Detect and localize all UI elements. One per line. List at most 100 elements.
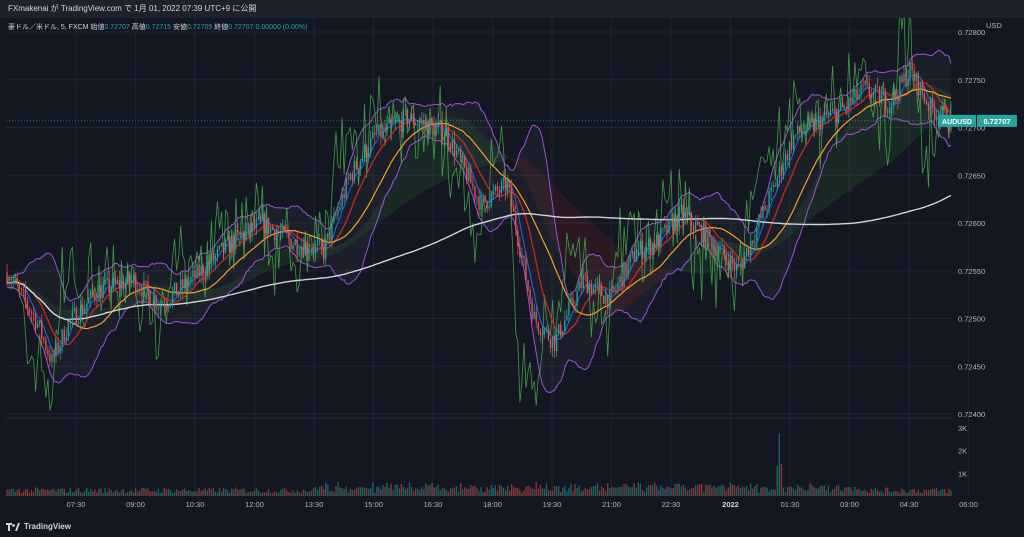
volume-bar: [480, 487, 482, 496]
volume-bar: [22, 491, 25, 496]
candle-body: [833, 108, 836, 110]
volume-bar: [67, 492, 69, 496]
candle-body: [161, 304, 163, 306]
volume-bar: [384, 486, 386, 496]
volume-bar: [43, 488, 45, 496]
time-tick-label: 22:30: [662, 500, 681, 509]
price-tick-label: 0.72650: [958, 171, 985, 180]
volume-bar: [872, 489, 875, 496]
candle-body: [464, 155, 466, 167]
volume-bar: [705, 484, 707, 496]
candle-body: [461, 155, 464, 158]
volume-bar: [770, 489, 772, 496]
volume-bar: [318, 486, 321, 496]
volume-bar: [933, 488, 936, 496]
candle-body: [576, 290, 578, 306]
cloud-segment: [264, 255, 269, 273]
volume-bar: [617, 487, 619, 496]
cloud-segment: [836, 134, 841, 200]
candle-body: [719, 246, 721, 252]
candle-body: [611, 286, 613, 290]
volume-bar: [402, 486, 405, 496]
time-tick-label: 16:30: [424, 500, 443, 509]
candle-body: [302, 246, 304, 256]
candle-body: [453, 139, 456, 157]
volume-bar: [543, 488, 546, 496]
volume-bar: [511, 484, 513, 496]
volume-bar: [498, 484, 501, 496]
tradingview-logo[interactable]: TradingView: [6, 522, 71, 531]
candle-body: [169, 303, 172, 306]
candle-body: [306, 242, 309, 254]
close-value: 0.72707: [228, 24, 254, 31]
volume-bar: [414, 488, 417, 496]
volume-bar: [339, 487, 341, 496]
candle-body: [874, 85, 877, 93]
volume-bar: [286, 490, 288, 496]
volume-bar: [171, 492, 174, 496]
candle-body: [805, 130, 807, 134]
volume-bar: [206, 490, 208, 496]
volume-bar: [688, 489, 691, 496]
candle-body: [433, 123, 435, 136]
volume-bar: [531, 488, 533, 496]
volume-bar: [506, 485, 509, 496]
candle-body: [623, 263, 625, 288]
candle-body: [392, 122, 394, 124]
price-tick-label: 0.72750: [958, 76, 985, 85]
candle-body: [919, 82, 921, 96]
volume-bar: [253, 490, 255, 496]
candle-body: [361, 158, 364, 162]
candle-body: [799, 125, 801, 134]
candle-body: [566, 315, 568, 320]
candle-body: [788, 141, 791, 161]
volume-bar: [490, 484, 492, 496]
volume-bar: [423, 489, 425, 496]
candle-body: [905, 73, 907, 87]
candle-body: [459, 149, 462, 158]
candle-body: [752, 240, 754, 244]
volume-bar: [108, 488, 110, 496]
volume-bar: [292, 490, 294, 496]
candle-body: [335, 214, 337, 216]
volume-bar: [294, 492, 296, 496]
candle-body: [792, 135, 795, 150]
time-axis[interactable]: 07:30 09:00 10:30 12:00 13:30 15:00 16:30 18:00…: [67, 500, 978, 509]
candle-body: [331, 221, 333, 241]
volume-bar: [878, 491, 881, 496]
symbol-label[interactable]: 豪ドル／米ドル, 5, FXCM: [8, 24, 89, 31]
candle-body: [278, 232, 280, 234]
candle-body: [79, 304, 82, 323]
candle-body: [449, 144, 452, 150]
candle-body: [86, 303, 88, 309]
candle-body: [886, 110, 889, 113]
volume-bar: [243, 488, 245, 496]
volume-bar: [527, 485, 529, 496]
candle-body: [529, 289, 531, 301]
price-chart[interactable]: USD0.728000.727500.727000.726500.726000.…: [0, 18, 1024, 517]
candle-body: [884, 92, 887, 111]
volume-bar: [77, 487, 80, 496]
volume-bar: [41, 488, 43, 496]
cloud-segment: [570, 202, 576, 278]
volume-bar: [449, 488, 452, 496]
volume-bar: [784, 492, 787, 496]
volume-bar: [891, 492, 893, 496]
volume-bar: [39, 490, 41, 496]
candle-body: [316, 243, 319, 246]
volume-bar: [333, 492, 335, 496]
candle-body: [598, 283, 601, 286]
candle-body: [269, 226, 272, 234]
candle-body: [813, 118, 815, 130]
volume-bar: [621, 486, 623, 496]
candle-body: [605, 294, 607, 304]
volume-bar: [686, 490, 689, 496]
candle-body: [701, 225, 703, 243]
candle-body: [819, 115, 821, 130]
candle-body: [182, 279, 184, 288]
volume-bar: [592, 486, 595, 496]
price-axis[interactable]: USD0.728000.727500.727000.726500.726000.…: [958, 21, 1002, 478]
volume-bar: [255, 488, 257, 496]
volume-bar: [699, 484, 701, 496]
candle-body: [457, 149, 460, 151]
